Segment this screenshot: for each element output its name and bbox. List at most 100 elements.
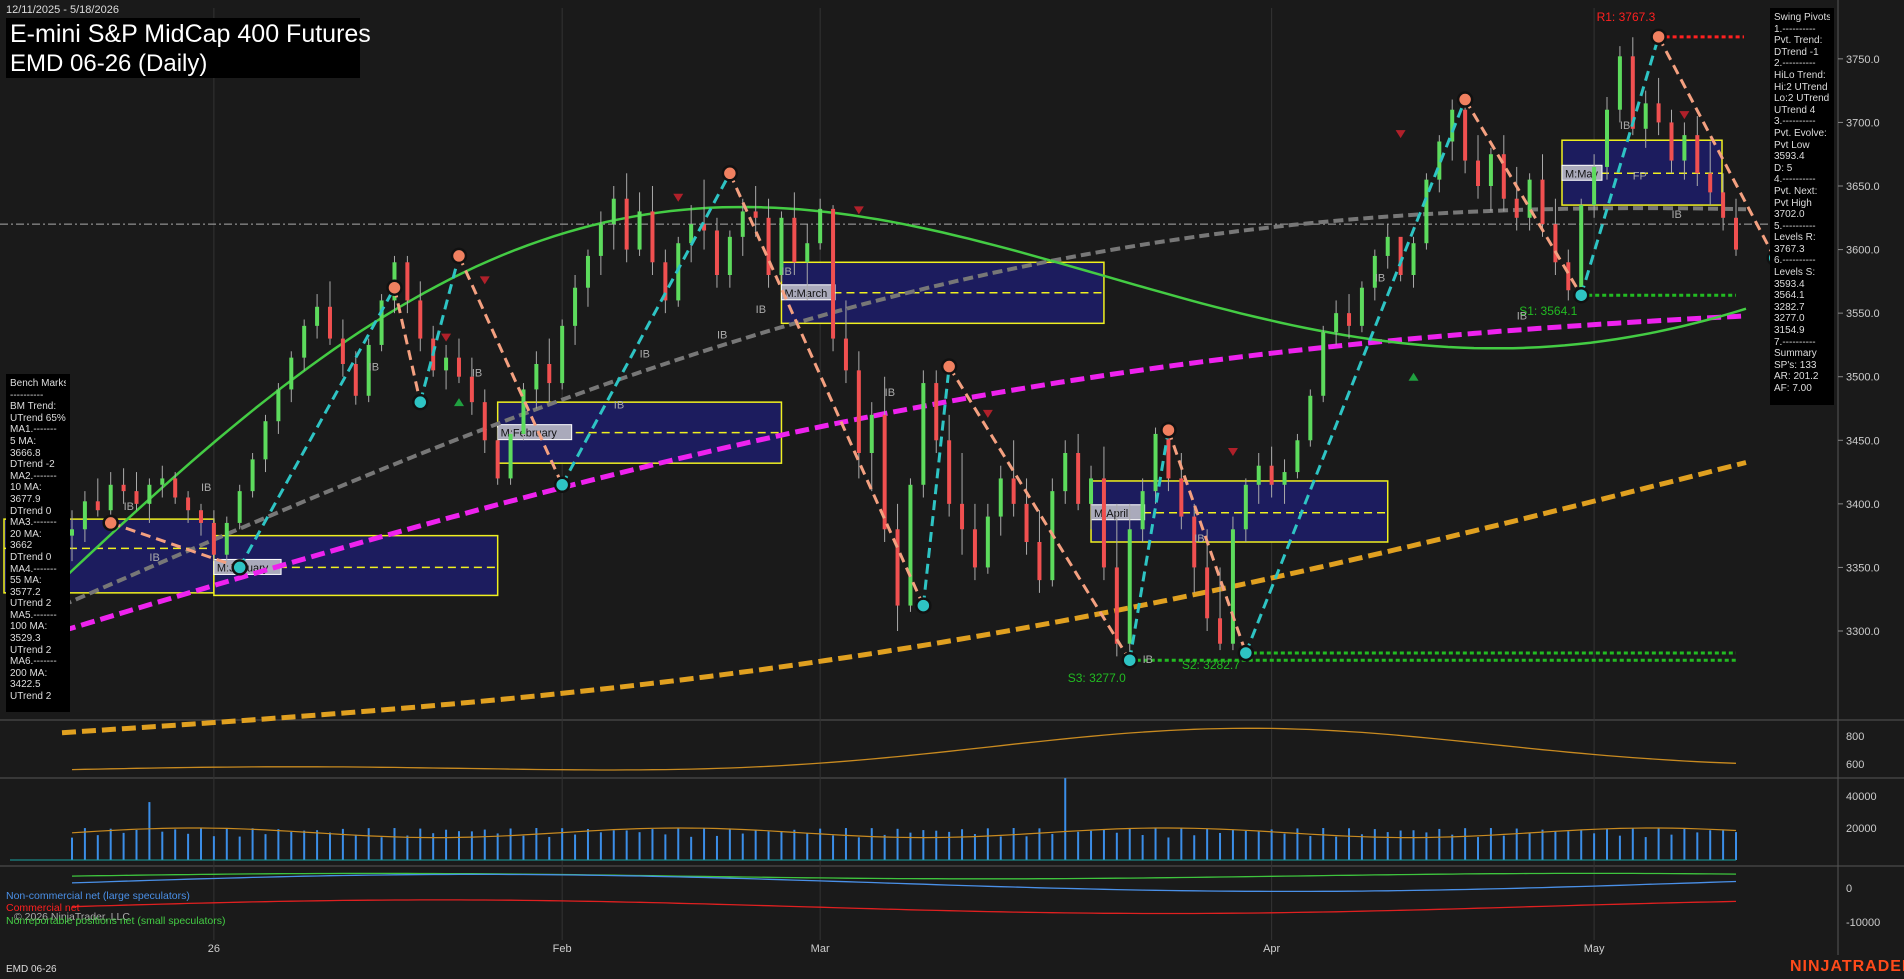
candle-body [1579,205,1584,291]
candle-body [947,440,952,504]
candle-body [1708,173,1713,193]
indicator-tick-label: 800 [1846,731,1864,743]
swing-pivots-line: Pvt. Next: [1774,185,1818,197]
volume-average-line [71,827,1737,839]
candle-body [469,376,474,403]
candle-body [444,357,449,371]
swing-point-marker [553,476,571,494]
candle-body [1140,491,1145,530]
candle-body [1127,529,1132,644]
candle-body [263,421,268,460]
level-label: S3: 3277.0 [1068,671,1126,685]
volume-tick-label: 40000 [1846,791,1877,803]
candle-body [1179,478,1184,517]
candle-body [1682,135,1687,161]
trend-arrow [1679,111,1690,120]
swing-pivots-line: 1.---------- [1774,23,1816,35]
candle-body [1617,56,1622,110]
candle-body [289,357,294,390]
swing-pivots-line: HiLo Trend: [1774,69,1826,81]
candle-body [585,255,590,288]
candle-body [121,484,126,492]
candle-body [1514,198,1519,218]
candle-body [1424,179,1429,244]
bench-marks-line: UTrend 65% [10,412,66,424]
volume-tick-label: 20000 [1846,823,1877,835]
candle-body [315,306,320,326]
swing-point-marker [231,559,248,576]
trend-arrow [1395,130,1406,139]
candle-body [1721,192,1726,218]
bench-marks-line: MA4.------- [10,563,57,575]
swing-leg [1244,98,1467,654]
price-chart[interactable]: 26 Feb Mar Apr May 3300.0 3350.0 3400.0 3450.0 35… [0,0,1904,979]
x-tick-label: Feb [553,943,572,955]
x-tick-label: Mar [811,943,830,955]
bench-marks-line: UTrend 2 [10,691,52,703]
candle-body [1334,313,1339,333]
candle-body [934,383,939,441]
level-label: R1: 3767.3 [1597,10,1656,24]
swing-point-marker [940,358,958,375]
candle-body [302,325,307,358]
y-tick-label: 3650.0 [1846,181,1880,193]
x-tick-label: May [1584,943,1605,955]
candle-body [1592,166,1597,206]
candle-body [818,208,823,244]
bench-marks-line: 3666.8 [10,447,41,459]
candle-body [340,338,345,364]
ib-label: IB [614,400,624,412]
candle-body [134,491,139,504]
ib-label: IB [781,266,791,278]
bench-marks-line: 3422.5 [10,679,41,691]
swing-pivots-line: 3277.0 [1774,313,1805,325]
swing-point-marker [386,279,403,296]
swing-point-marker [102,514,119,532]
trend-arrow [853,206,864,215]
candle-body [560,325,565,384]
y-tick-label: 3600.0 [1846,245,1880,257]
trend-arrow [673,193,684,202]
bench-marks-line: BM Trend: [10,401,57,413]
x-tick-label: 26 [208,943,220,955]
candle-body [1037,542,1042,581]
bench-marks-line: UTrend 2 [10,598,52,610]
candle-body [198,510,203,523]
swing-pivots-line: 3593.4 [1774,278,1805,290]
cot-commercial-line [71,899,1737,915]
candle-body [276,389,281,422]
swing-point-marker [1121,651,1138,669]
swing-pivots-line: AR: 201.2 [1774,371,1819,383]
level-label: S1: 3564.1 [1519,304,1577,318]
trend-arrow [982,409,993,418]
bench-marks-line: 3662 [10,540,33,552]
candle-body [508,433,513,479]
bench-marks-line: 10 MA: [10,482,42,494]
candle-body [1076,453,1081,504]
candle-body [1282,472,1287,485]
month-label: M:April [1094,508,1128,520]
trend-arrow [479,276,490,285]
candle-body [921,383,926,485]
candle-body [1695,135,1700,174]
bench-marks-line: 5 MA: [10,435,37,447]
ib-label: IB [717,330,727,342]
swing-point-marker [915,597,932,614]
bench-marks-line: DTrend 0 [10,505,52,517]
bench-marks-line: UTrend 2 [10,644,52,656]
swing-pivots-line: 7.---------- [1774,336,1816,348]
candle-body [856,370,861,453]
candle-body [1153,433,1158,492]
cot-tick-label: 0 [1846,883,1852,895]
bench-marks-line: DTrend 0 [10,551,52,563]
swing-pivots-line: UTrend 4 [1774,104,1816,116]
swing-pivots-panel: Swing Pivots 1.---------- Pvt. Trend: DTren… [1770,8,1834,405]
trend-arrow [453,398,464,407]
bench-marks-line: 200 MA: [10,667,48,679]
ib-label: IB [1375,272,1385,284]
chart-title: E-mini S&P MidCap 400 Futures [10,20,371,48]
swing-pivots-line: Levels R: [1774,232,1816,244]
candle-body [1476,160,1481,186]
y-tick-label: 3300.0 [1846,626,1880,638]
swing-point-marker [1456,91,1474,108]
